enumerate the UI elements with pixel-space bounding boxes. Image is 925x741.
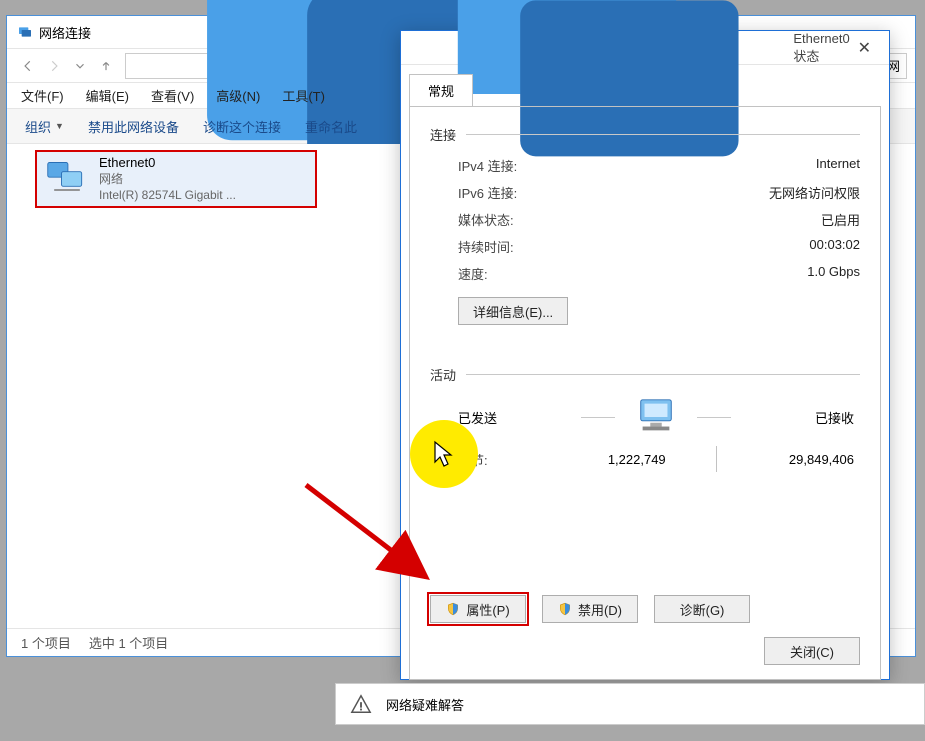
duration-value: 00:03:02 — [809, 237, 860, 256]
ipv6-label: IPv6 连接: — [458, 183, 517, 202]
troubleshoot-label: 网络疑难解答 — [386, 695, 464, 714]
disable-button[interactable]: 禁用(D) — [542, 595, 638, 623]
toolbar-diagnose[interactable]: 诊断这个连接 — [203, 117, 281, 136]
ipv6-value: 无网络访问权限 — [769, 183, 860, 202]
adapter-description: Intel(R) 82574L Gigabit ... — [99, 187, 236, 203]
network-icon — [17, 24, 33, 40]
tab-general[interactable]: 常规 — [409, 74, 473, 107]
toolbar-organize[interactable]: 组织▼ — [25, 117, 64, 136]
menu-view[interactable]: 查看(V) — [151, 86, 194, 105]
sent-label: 已发送 — [458, 408, 497, 427]
menu-file[interactable]: 文件(F) — [21, 86, 64, 105]
speed-value: 1.0 Gbps — [807, 264, 860, 283]
close-button[interactable]: 关闭(C) — [764, 637, 860, 665]
status-selected-count: 选中 1 个项目 — [89, 633, 168, 652]
menu-tools[interactable]: 工具(T) — [282, 86, 325, 105]
ipv4-value: Internet — [816, 156, 860, 175]
recv-label: 已接收 — [815, 408, 854, 427]
duration-label: 持续时间: — [458, 237, 514, 256]
dialog-title: Ethernet0 状态 — [793, 31, 849, 65]
nav-up-button[interactable] — [93, 53, 119, 79]
nav-back-button[interactable] — [15, 53, 41, 79]
menu-edit[interactable]: 编辑(E) — [86, 86, 129, 105]
adapter-item-ethernet0[interactable]: Ethernet0 网络 Intel(R) 82574L Gigabit ... — [35, 150, 317, 208]
shield-icon — [558, 602, 572, 616]
computer-transfer-icon — [633, 396, 679, 438]
group-activity: 活动 — [430, 365, 860, 384]
toolbar-disable[interactable]: 禁用此网络设备 — [88, 117, 179, 136]
bytes-recv-value: 29,849,406 — [737, 452, 855, 467]
bytes-sent-value: 1,222,749 — [578, 452, 696, 467]
media-label: 媒体状态: — [458, 210, 514, 229]
diagnose-button[interactable]: 诊断(G) — [654, 595, 750, 623]
annotation-arrow — [298, 477, 458, 607]
activity-graphic — [581, 396, 731, 438]
ipv4-label: IPv4 连接: — [458, 156, 517, 175]
nav-recent-button[interactable] — [67, 53, 93, 79]
toolbar-rename[interactable]: 重命名此 — [305, 117, 357, 136]
troubleshoot-bar[interactable]: 网络疑难解答 — [335, 683, 925, 725]
tab-body: 连接 IPv4 连接: Internet IPv6 连接: 无网络访问权限 媒体状态… — [409, 106, 881, 680]
nav-forward-button[interactable] — [41, 53, 67, 79]
window-title: 网络连接 — [39, 23, 91, 42]
menu-advanced[interactable]: 高级(N) — [216, 86, 260, 105]
adapter-name: Ethernet0 — [99, 155, 236, 171]
adapter-network: 网络 — [99, 171, 236, 187]
speed-label: 速度: — [458, 264, 488, 283]
dialog-close-button[interactable]: ✕ — [850, 34, 879, 62]
warning-icon — [350, 693, 372, 715]
group-connection: 连接 — [430, 125, 860, 144]
separator — [716, 446, 717, 472]
dialog-titlebar[interactable]: Ethernet0 状态 ✕ — [401, 31, 889, 65]
details-button[interactable]: 详细信息(E)... — [458, 297, 568, 325]
adapter-icon — [45, 157, 89, 201]
ethernet-status-dialog: Ethernet0 状态 ✕ 常规 连接 IPv4 连接: Internet IP… — [400, 30, 890, 680]
status-item-count: 1 个项目 — [21, 633, 71, 652]
media-value: 已启用 — [821, 210, 860, 229]
cursor-icon — [432, 440, 456, 468]
